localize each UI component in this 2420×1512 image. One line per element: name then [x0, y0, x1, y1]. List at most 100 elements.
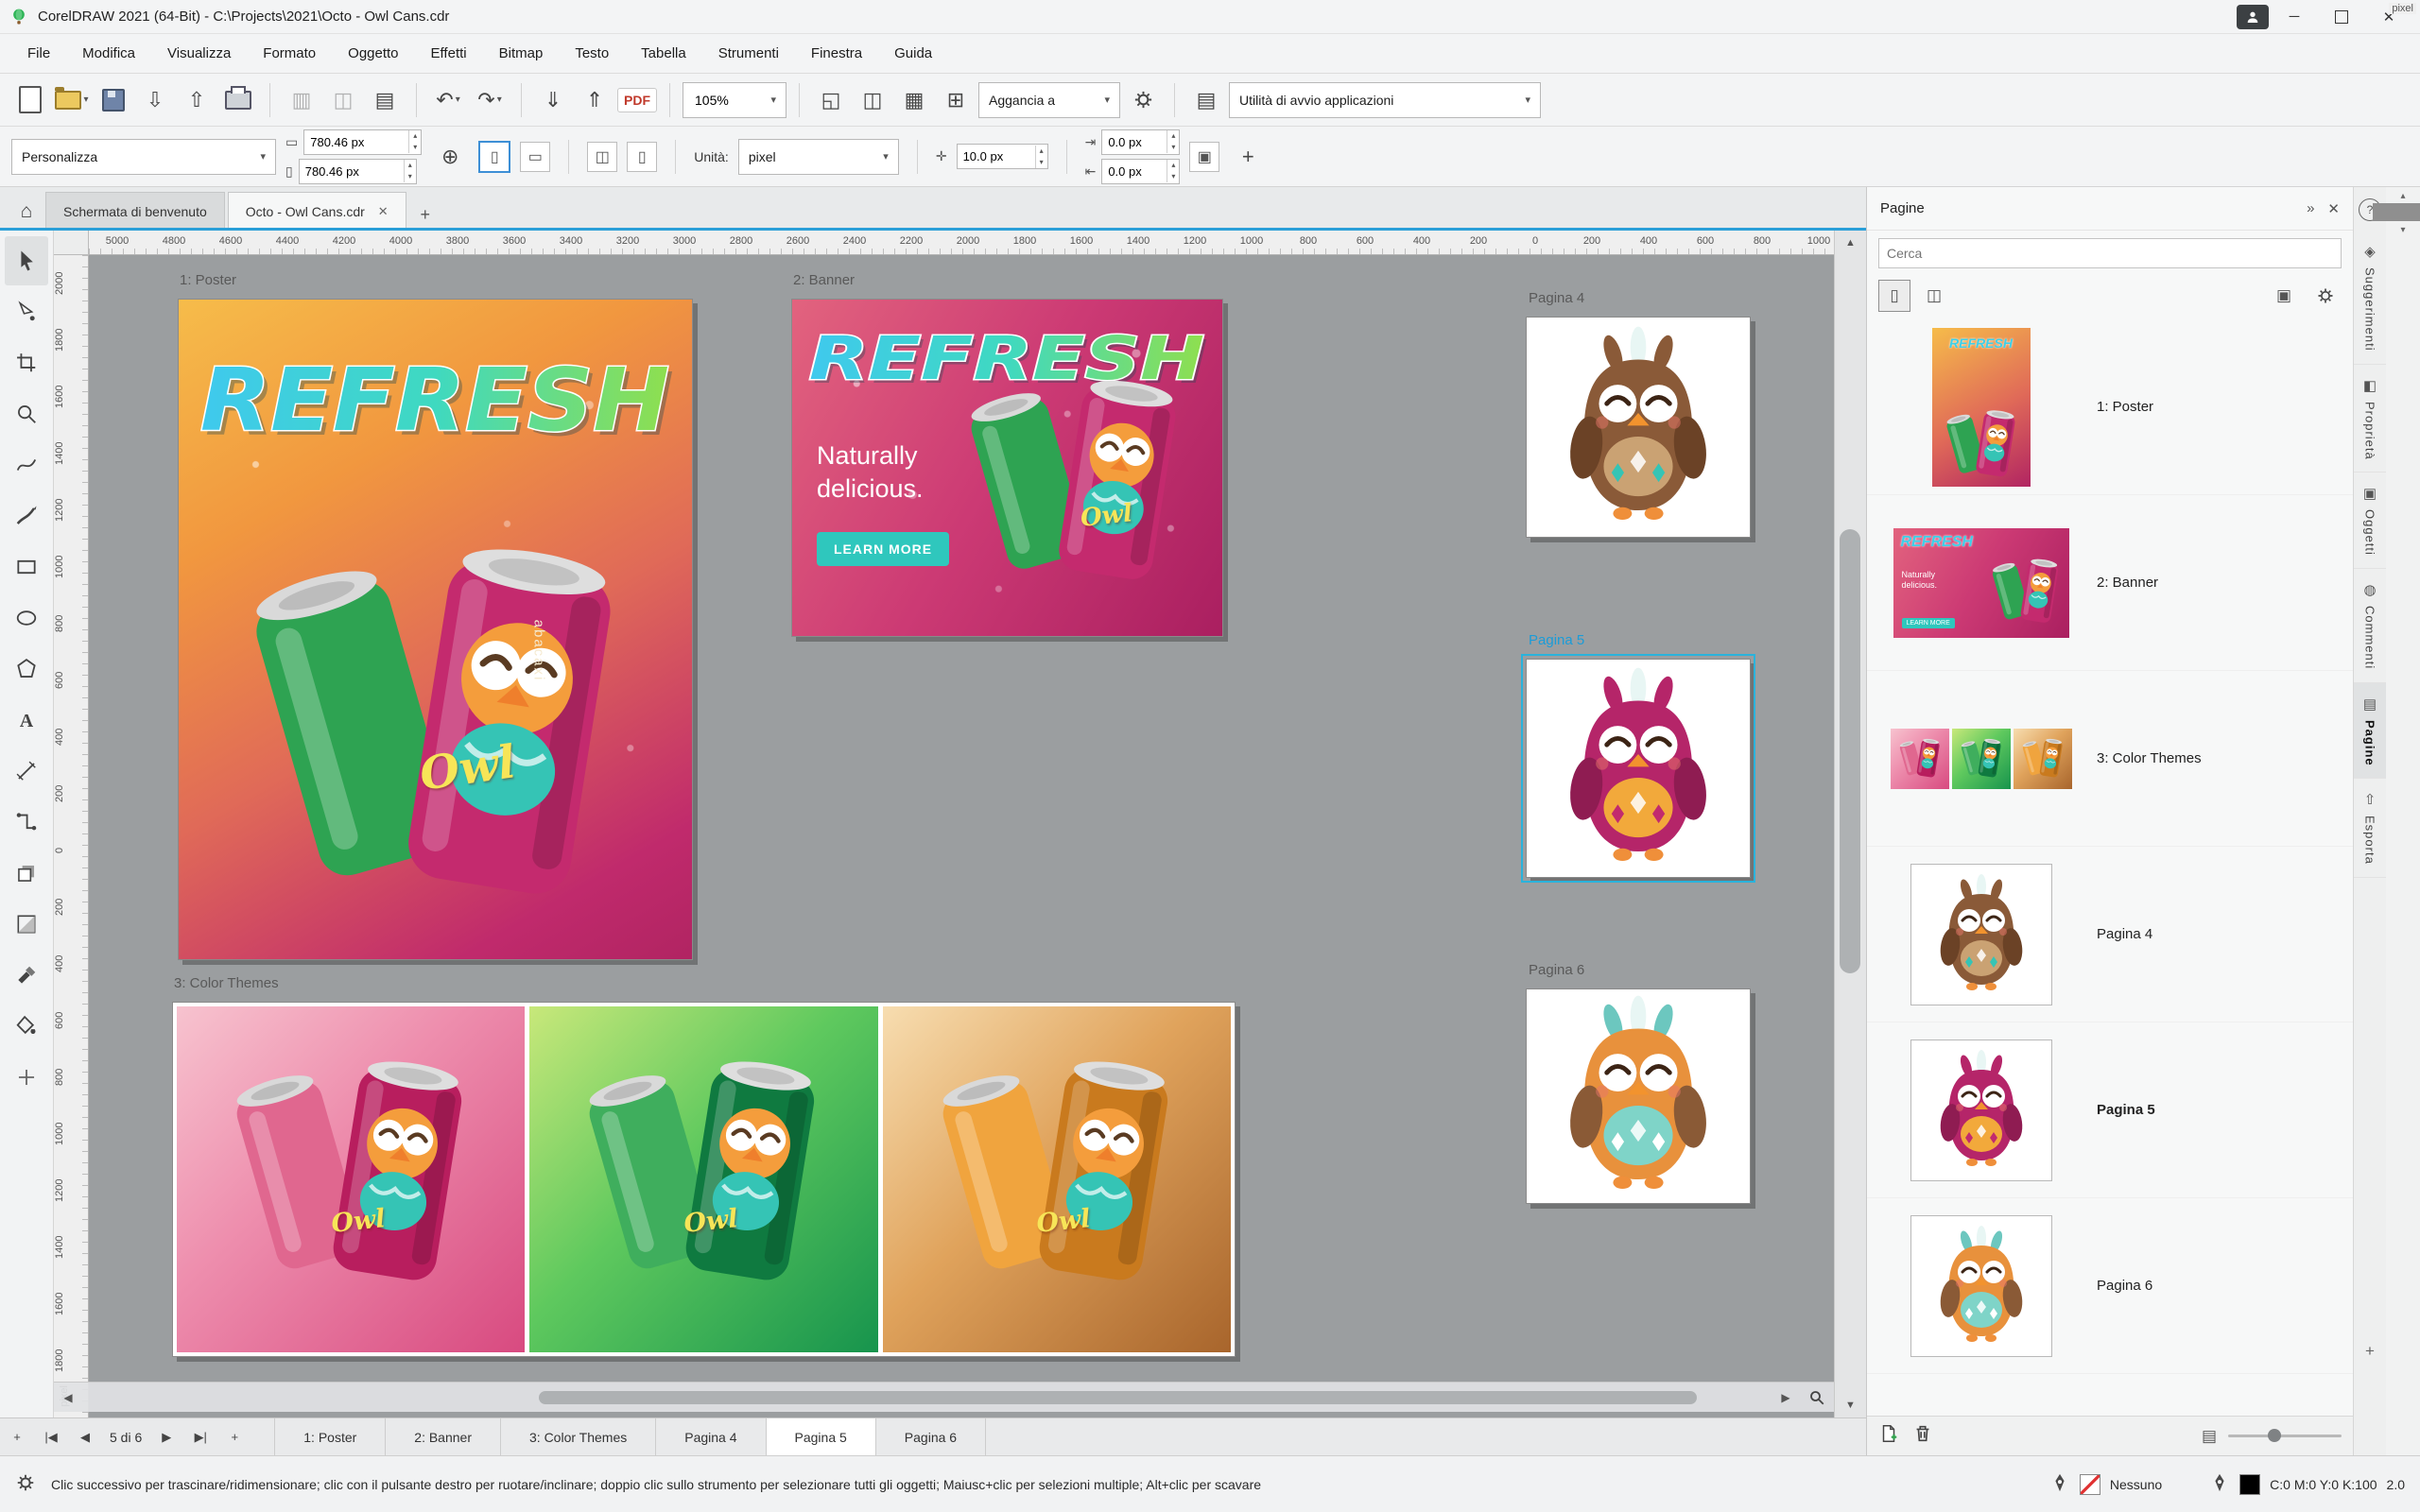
- tab-pagine[interactable]: ▤Pagine: [2354, 683, 2386, 780]
- duplicate-y-field[interactable]: ▴▾: [1101, 159, 1180, 184]
- page-row-themes[interactable]: 3: Color Themes: [1867, 671, 2353, 847]
- menu-item[interactable]: Oggetto: [332, 38, 414, 69]
- cut-icon[interactable]: ▥: [283, 80, 320, 120]
- scroll-right-icon[interactable]: ▶: [1772, 1391, 1800, 1404]
- add-page-icon[interactable]: [1878, 1423, 1899, 1449]
- page-row-banner[interactable]: REFRESH Naturallydelicious. LEARN MORE 2…: [1867, 495, 2353, 671]
- pick-tool[interactable]: [5, 236, 48, 285]
- duplicate-x-field[interactable]: ▴▾: [1101, 129, 1180, 155]
- spin-up-icon[interactable]: ▴: [1036, 146, 1047, 157]
- zoom-tool-icon[interactable]: [1800, 1389, 1834, 1406]
- spin-up-icon[interactable]: ▴: [405, 160, 416, 171]
- scroll-left-icon[interactable]: ◀: [54, 1391, 82, 1404]
- menu-item[interactable]: Effetti: [415, 38, 483, 69]
- export-document-icon[interactable]: ⇑: [576, 80, 614, 120]
- horizontal-ruler[interactable]: 5000480046004400420040003800360034003200…: [89, 231, 1834, 255]
- tab-esporta[interactable]: ⇧Esporta: [2354, 779, 2386, 878]
- spin-down-icon[interactable]: ▾: [1167, 171, 1179, 182]
- preset-combo[interactable]: Personalizza ▾: [11, 139, 276, 175]
- vertical-scrollbar[interactable]: ▲ ▼: [1834, 231, 1866, 1418]
- palette-scroll-down-icon[interactable]: ▾: [2400, 221, 2405, 238]
- paste-icon[interactable]: ▤: [366, 80, 404, 120]
- units-combo[interactable]: pixel ▾: [738, 139, 899, 175]
- text-tool[interactable]: A: [5, 696, 48, 745]
- tab-proprieta[interactable]: ◧Proprietà: [2354, 365, 2386, 473]
- account-icon[interactable]: [2237, 5, 2269, 29]
- page-tab-themes[interactable]: 3: Color Themes: [501, 1418, 656, 1455]
- theme-variant-pink[interactable]: Owl: [177, 1006, 525, 1352]
- spin-down-icon[interactable]: ▾: [1167, 142, 1179, 153]
- menu-item[interactable]: Tabella: [625, 38, 702, 69]
- connector-tool[interactable]: [5, 798, 48, 847]
- artboard-page-6[interactable]: [1526, 988, 1751, 1204]
- facing-page-view-button[interactable]: ◫: [1918, 280, 1950, 312]
- zoom-level-combo[interactable]: ▾: [683, 82, 786, 118]
- spin-up-icon[interactable]: ▴: [1167, 130, 1179, 142]
- dimension-tool[interactable]: [5, 747, 48, 796]
- shape-tool[interactable]: [5, 287, 48, 336]
- horizontal-scroll-thumb[interactable]: [539, 1391, 1697, 1404]
- docker-close-icon[interactable]: ✕: [2327, 200, 2340, 217]
- import-icon[interactable]: ⇩: [136, 80, 174, 120]
- artboard-page-5[interactable]: [1526, 659, 1751, 878]
- artistic-media-tool[interactable]: [5, 491, 48, 541]
- docker-settings-gear-icon[interactable]: [2309, 280, 2342, 312]
- menu-item[interactable]: Modifica: [66, 38, 151, 69]
- palette-scroll-up-icon[interactable]: ▴: [2400, 187, 2405, 204]
- app-launcher-combo[interactable]: Utilità di avvio applicazioni ▾: [1229, 82, 1541, 118]
- page-width-input[interactable]: [304, 135, 408, 149]
- eyedropper-tool[interactable]: [5, 951, 48, 1000]
- list-view-icon[interactable]: ▤: [2202, 1427, 2217, 1446]
- scroll-up-icon[interactable]: ▲: [1835, 231, 1866, 255]
- publish-pdf-button[interactable]: PDF: [617, 88, 657, 112]
- status-gear-icon[interactable]: [15, 1472, 36, 1496]
- document-options-icon[interactable]: ▤: [1187, 80, 1225, 120]
- add-page-button[interactable]: +: [0, 1418, 34, 1456]
- nudge-distance-input[interactable]: [958, 149, 1035, 163]
- rectangle-tool[interactable]: [5, 542, 48, 592]
- menu-item[interactable]: Visualizza: [151, 38, 247, 69]
- menu-item[interactable]: Bitmap: [483, 38, 560, 69]
- copy-icon[interactable]: ◫: [324, 80, 362, 120]
- spin-up-icon[interactable]: ▴: [409, 130, 421, 142]
- current-page-button[interactable]: ▯: [627, 142, 657, 172]
- page-row-5[interactable]: Pagina 5: [1867, 1022, 2353, 1198]
- zoom-level-input[interactable]: [693, 92, 753, 109]
- guides-icon[interactable]: ⊞: [937, 80, 975, 120]
- nudge-target-icon[interactable]: ⊕: [431, 137, 469, 177]
- redo-icon[interactable]: ↷▾: [471, 80, 509, 120]
- crop-tool[interactable]: [5, 338, 48, 387]
- spin-down-icon[interactable]: ▾: [1036, 157, 1047, 168]
- tab-oggetti[interactable]: ▣Oggetti: [2354, 472, 2386, 569]
- menu-item[interactable]: Testo: [559, 38, 625, 69]
- theme-variant-green[interactable]: Owl: [529, 1006, 877, 1352]
- nudge-distance-field[interactable]: ▴▾: [957, 144, 1048, 169]
- ruler-origin[interactable]: [54, 231, 89, 255]
- single-page-view-button[interactable]: ▯: [1878, 280, 1910, 312]
- page-tab-poster[interactable]: 1: Poster: [275, 1418, 386, 1455]
- open-icon[interactable]: ▾: [53, 80, 91, 120]
- slider-knob[interactable]: [2268, 1429, 2281, 1442]
- print-icon[interactable]: [219, 80, 257, 120]
- tab-welcome[interactable]: Schermata di benvenuto: [45, 192, 225, 231]
- portrait-orientation-button[interactable]: ▯: [478, 141, 510, 173]
- export-icon[interactable]: ⇧: [178, 80, 216, 120]
- search-input[interactable]: [1878, 238, 2342, 268]
- duplicate-x-input[interactable]: [1102, 135, 1167, 149]
- view-mode-icon[interactable]: ◫: [854, 80, 891, 120]
- treat-as-filled-button[interactable]: ▣: [1189, 142, 1219, 172]
- interactive-fill-tool[interactable]: [5, 1002, 48, 1051]
- add-page-button[interactable]: +: [217, 1418, 251, 1456]
- menu-item[interactable]: Finestra: [795, 38, 878, 69]
- drawing-canvas[interactable]: 1: Poster REFRESH REFRESH Owl abacaxi 2:…: [89, 255, 1834, 1418]
- close-tab-icon[interactable]: ✕: [378, 204, 389, 219]
- undo-icon[interactable]: ↶▾: [429, 80, 467, 120]
- options-gear-icon[interactable]: [1124, 80, 1162, 120]
- page-width-field[interactable]: ▴▾: [303, 129, 422, 155]
- page-tab-banner[interactable]: 2: Banner: [386, 1418, 501, 1455]
- thumbnail-size-slider[interactable]: [2228, 1435, 2342, 1437]
- menu-item[interactable]: Guida: [878, 38, 948, 69]
- outline-indicator-icon[interactable]: [2209, 1472, 2230, 1496]
- spin-down-icon[interactable]: ▾: [405, 171, 416, 182]
- previous-page-icon[interactable]: ◀: [68, 1418, 102, 1456]
